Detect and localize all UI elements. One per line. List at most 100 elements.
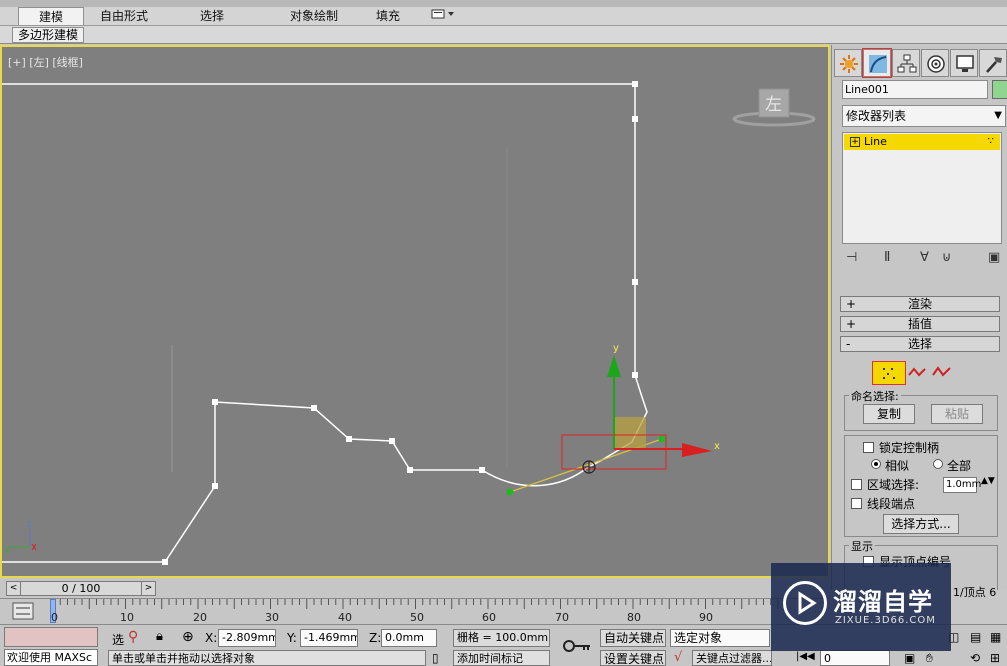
spline-vertex[interactable]	[632, 279, 638, 285]
isolate-selection-icon[interactable]: ⚲	[128, 629, 138, 645]
make-unique-icon[interactable]: ∀	[920, 250, 929, 265]
prev-frame-button[interactable]: <	[7, 582, 21, 595]
viewport-label[interactable]: [+] [左] [线框]	[8, 54, 83, 70]
tangent-handle-end[interactable]	[658, 435, 666, 443]
next-frame-button[interactable]: >	[141, 582, 155, 595]
auto-key-button[interactable]: 自动关键点	[600, 629, 666, 647]
time-config-icon[interactable]: ▣	[904, 651, 915, 665]
key-filters-button[interactable]: 关键点过滤器...	[692, 650, 772, 666]
absolute-mode-icon[interactable]: ⊕	[182, 629, 194, 645]
spline-line001[interactable]	[2, 83, 648, 469]
spinner-arrows-icon[interactable]: ▲▼	[981, 476, 995, 486]
set-key-button[interactable]: 设置关键点	[600, 650, 666, 666]
ribbon-options-icon[interactable]	[428, 7, 458, 25]
tab-populate[interactable]: 填充	[364, 7, 412, 25]
spline-vertex[interactable]	[479, 467, 485, 473]
rollout-selection[interactable]: - 选择	[840, 336, 1000, 352]
spline-line001-curve[interactable]	[2, 401, 588, 563]
modify-tab-icon[interactable]	[862, 48, 892, 78]
modifier-list-dropdown[interactable]: 修改器列表 ▼	[842, 105, 1006, 127]
spline-vertex[interactable]	[632, 116, 638, 122]
stack-item-line[interactable]: + Line ∵	[844, 134, 1000, 150]
hierarchy-tab-icon[interactable]	[892, 49, 920, 77]
rollout-label: 渲染	[907, 297, 932, 311]
tab-object-paint[interactable]: 对象绘制	[266, 7, 362, 25]
area-selection-spinner[interactable]: 1.0mm	[943, 477, 981, 493]
object-color-swatch[interactable]	[992, 80, 1007, 99]
ribbon-tab-bar: 建模 自由形式 选择 对象绘制 填充	[0, 0, 1007, 26]
tick-label: 0	[51, 611, 58, 624]
maxscript-listener[interactable]	[4, 627, 98, 647]
watermark: 溜溜自学 ZIXUE.3D66.COM	[771, 563, 951, 651]
zoom-region-icon[interactable]: ▦	[990, 630, 1001, 644]
show-end-result-icon[interactable]: Ⅱ	[884, 250, 890, 265]
lock-icon[interactable]: 🔒︎	[156, 629, 163, 644]
z-coord-field[interactable]: 0.0mm	[381, 629, 437, 647]
orbit-icon[interactable]: ⟲	[970, 651, 980, 665]
x-coord-field[interactable]: -2.809mm	[218, 629, 276, 647]
mini-curve-editor-icon[interactable]	[12, 602, 34, 620]
tab-selection[interactable]: 选择	[186, 7, 238, 25]
spline-vertex[interactable]	[632, 81, 638, 87]
key-filter-selection[interactable]: 选定对象	[670, 629, 770, 647]
set-key-icon[interactable]	[562, 637, 592, 655]
gizmo-plane-handle[interactable]	[614, 417, 646, 449]
stack-toolbar: ⊣ Ⅱ ∀ ⊍ ▣	[842, 248, 1006, 270]
current-frame-field[interactable]: 0	[820, 650, 890, 666]
modifier-stack[interactable]: + Line ∵	[842, 132, 1002, 244]
alike-label: 相似	[885, 459, 910, 473]
spline-vertex[interactable]	[632, 372, 638, 378]
pan-view-icon[interactable]: ✋︎	[926, 651, 933, 666]
spline-vertex[interactable]	[311, 405, 317, 411]
gizmo-x-arrow[interactable]	[682, 443, 712, 457]
maxscript-welcome[interactable]: 欢迎使用 MAXSc	[4, 649, 98, 666]
pin-stack-icon[interactable]: ⊣	[846, 250, 857, 265]
spline-vertex[interactable]	[212, 483, 218, 489]
vertex-mode-button[interactable]	[872, 361, 906, 385]
area-selection-checkbox[interactable]	[851, 479, 862, 490]
tab-modeling[interactable]: 建模	[18, 7, 84, 25]
configure-sets-icon[interactable]: ▣	[988, 250, 1000, 265]
utilities-tab-icon[interactable]	[979, 49, 1007, 77]
expand-icon[interactable]: +	[850, 137, 860, 147]
gizmo-y-label: y	[613, 343, 619, 354]
spline-vertices[interactable]	[162, 81, 638, 565]
spline-vertex[interactable]	[212, 399, 218, 405]
segment-mode-icon[interactable]	[908, 365, 928, 379]
spline-mode-icon[interactable]	[932, 365, 952, 379]
paste-button[interactable]: 粘贴	[931, 404, 983, 424]
rollout-interpolation[interactable]: + 插值	[840, 316, 1000, 332]
tangent-handle-start[interactable]	[506, 488, 514, 496]
display-tab-icon[interactable]	[950, 49, 978, 77]
add-time-tag-icon[interactable]: ▯	[432, 651, 439, 665]
time-slider-track[interactable]: < 0 / 100 >	[6, 581, 156, 596]
spline-vertex[interactable]	[346, 436, 352, 442]
rollout-rendering[interactable]: + 渲染	[840, 296, 1000, 312]
add-time-tag-button[interactable]: 添加时间标记	[453, 650, 550, 666]
field-of-view-icon[interactable]: ▤	[970, 630, 981, 644]
motion-tab-icon[interactable]	[921, 49, 949, 77]
y-coord-field[interactable]: -1.469mm	[300, 629, 358, 647]
spline-vertex[interactable]	[407, 467, 413, 473]
maximize-viewport-icon[interactable]: ⊞	[990, 651, 1000, 665]
lock-handles-checkbox[interactable]	[863, 442, 874, 453]
create-tab-icon[interactable]	[834, 49, 862, 77]
segment-end-checkbox[interactable]	[851, 498, 862, 509]
remove-modifier-icon[interactable]: ⊍	[942, 250, 952, 265]
object-name-field[interactable]: Line001	[842, 80, 988, 99]
goto-start-icon[interactable]: |◀◀	[796, 651, 815, 662]
alike-radio[interactable]	[871, 459, 881, 469]
tab-polygon-modeling[interactable]: 多边形建模	[12, 27, 85, 43]
all-radio[interactable]	[933, 459, 943, 469]
left-viewport[interactable]: y x z y 左 [+] [左] [线框]	[0, 45, 830, 578]
subobject-icon: ∵	[987, 136, 994, 147]
tab-freeform[interactable]: 自由形式	[92, 7, 156, 25]
track-bar[interactable]: 0 10 20 30 40 50 60 70 80 90	[0, 598, 830, 624]
select-by-button[interactable]: 选择方式...	[883, 514, 959, 534]
copy-button[interactable]: 复制	[863, 404, 915, 424]
spline-vertex[interactable]	[162, 559, 168, 565]
spline-vertex[interactable]	[389, 438, 395, 444]
tick-label: 30	[265, 611, 279, 624]
gizmo-y-arrow[interactable]	[607, 355, 621, 377]
tick-label: 10	[120, 611, 134, 624]
